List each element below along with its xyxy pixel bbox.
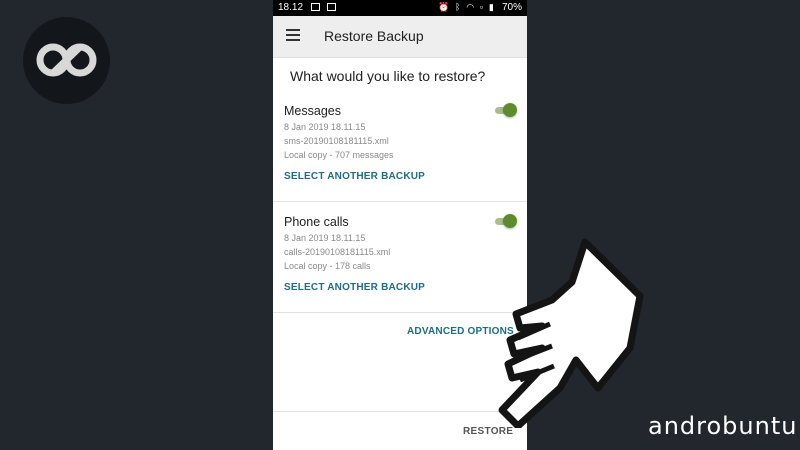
section-divider	[273, 201, 527, 202]
messages-info: Local copy - 707 messages	[284, 150, 394, 160]
status-bar: 18.12 ⏰ ᛒ ◠ ▫ ▮ 70%	[273, 0, 527, 16]
androbuntu-watermark: androbuntu	[648, 412, 798, 440]
section-divider	[273, 312, 527, 313]
system-icons: ⏰ ᛒ ◠ ▫ ▮	[438, 2, 497, 13]
mail-icon	[311, 3, 320, 12]
restore-question: What would you like to restore?	[290, 68, 486, 84]
hamburger-menu-icon[interactable]	[286, 29, 300, 41]
alarm-icon: ⏰	[438, 2, 450, 12]
brand-logo	[23, 17, 110, 104]
messages-toggle[interactable]	[493, 103, 517, 117]
phone-calls-title: Phone calls	[284, 215, 349, 229]
messages-title: Messages	[284, 104, 341, 118]
footer-divider	[273, 411, 527, 412]
page-title: Restore Backup	[324, 28, 424, 44]
phone-screen: 18.12 ⏰ ᛒ ◠ ▫ ▮ 70% Restore Backup What …	[273, 0, 527, 450]
notification-icons	[311, 2, 340, 13]
phone-calls-info: Local copy - 178 calls	[284, 261, 371, 271]
app-bar: Restore Backup	[273, 16, 527, 58]
wifi-icon: ◠	[466, 2, 475, 12]
phone-calls-select-another-backup-link[interactable]: SELECT ANOTHER BACKUP	[284, 282, 425, 293]
messages-select-another-backup-link[interactable]: SELECT ANOTHER BACKUP	[284, 171, 425, 182]
status-time: 18.12	[278, 2, 304, 13]
phone-calls-file: calls-20190108181115.xml	[284, 247, 391, 257]
phone-calls-date: 8 Jan 2019 18.11.15	[284, 233, 366, 243]
messages-date: 8 Jan 2019 18.11.15	[284, 122, 366, 132]
pointing-hand-icon	[498, 238, 644, 428]
bluetooth-icon: ᛒ	[455, 2, 461, 12]
infinity-logo-icon	[36, 43, 97, 77]
no-sim-icon: ▫	[479, 2, 484, 12]
image-icon	[326, 3, 336, 12]
phone-calls-toggle[interactable]	[493, 214, 517, 228]
messages-file: sms-20190108181115.xml	[284, 136, 389, 146]
battery-percent: 70%	[502, 2, 523, 13]
battery-icon: ▮	[488, 2, 494, 12]
